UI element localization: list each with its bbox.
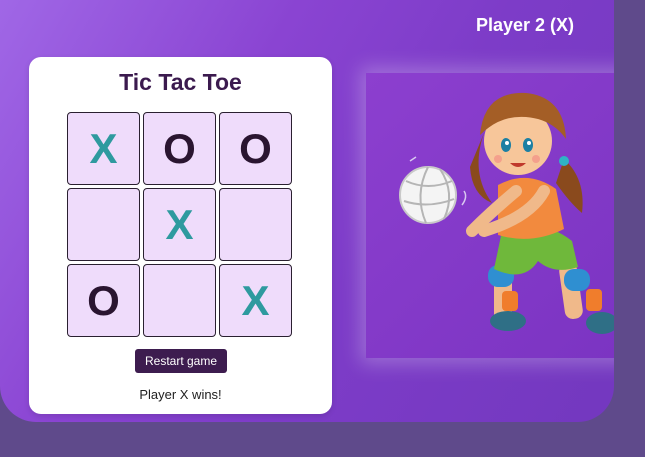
board-cell-3[interactable]: O (219, 112, 292, 185)
board-cell-5[interactable]: X (143, 188, 216, 261)
game-status: Player X wins! (139, 387, 222, 402)
restart-button[interactable]: Restart game (135, 349, 227, 373)
board-cell-1[interactable]: X (67, 112, 140, 185)
game-card: Tic Tac Toe X O O X O X Restart game Pla… (29, 57, 332, 414)
volleyball-icon (399, 166, 457, 224)
game-title: Tic Tac Toe (119, 69, 242, 95)
current-player-label: Player 2 (X) (475, 15, 574, 35)
volleyball-girl-image (399, 92, 614, 334)
game-stage: Player 2 (X) Tic Tac Toe X O O X O X Res… (0, 0, 614, 422)
volleyball-illustration (366, 73, 614, 358)
board-cell-4[interactable] (67, 188, 140, 261)
board-cell-7[interactable]: O (67, 264, 140, 337)
board-cell-2[interactable]: O (143, 112, 216, 185)
game-board: X O O X O X (67, 112, 292, 337)
board-cell-9[interactable]: X (219, 264, 292, 337)
board-cell-8[interactable] (143, 264, 216, 337)
board-cell-6[interactable] (219, 188, 292, 261)
